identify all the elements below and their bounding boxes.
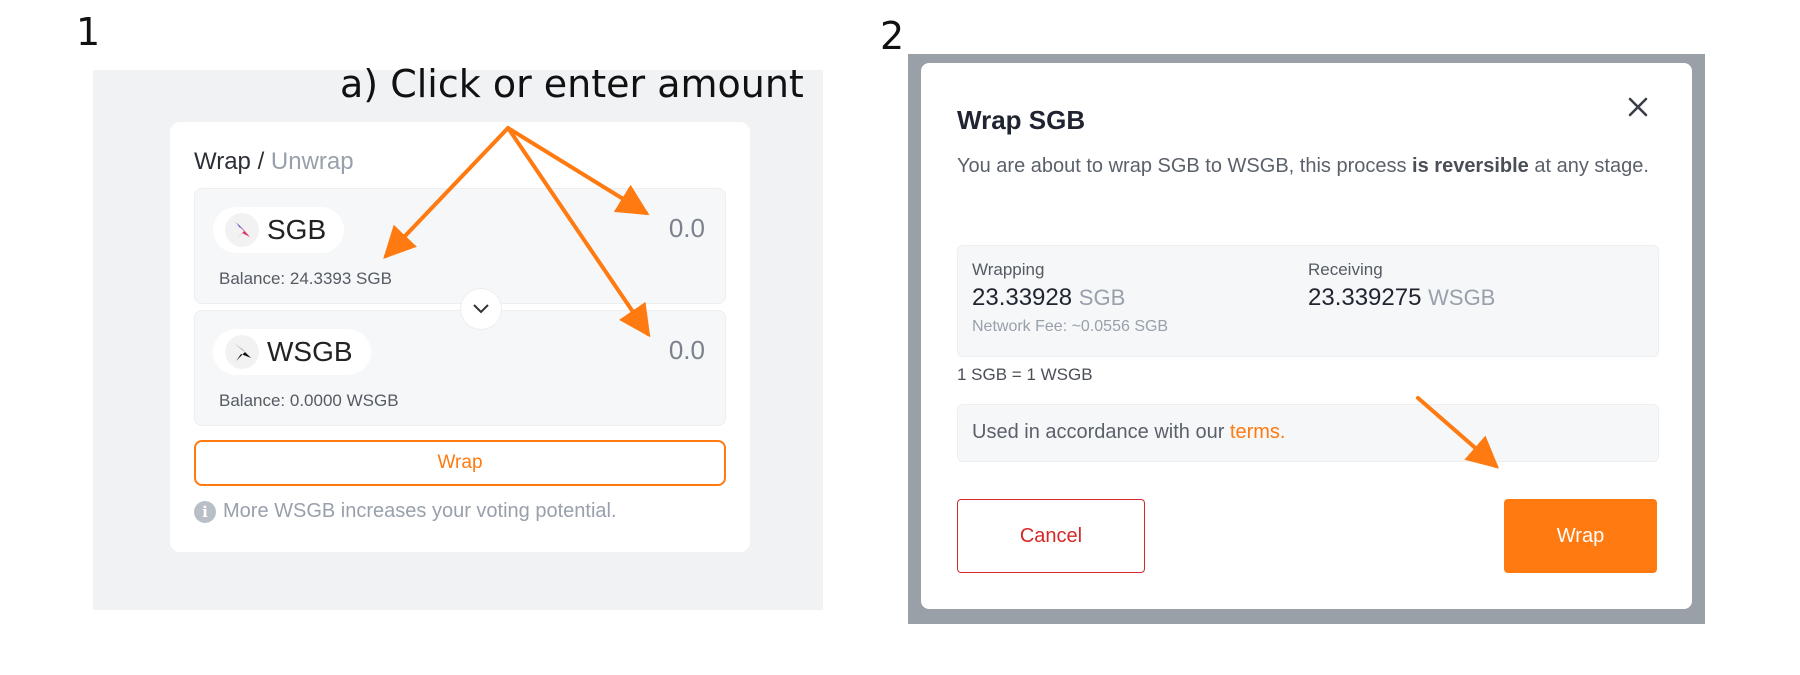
- arrow-to-sgb-amount: [506, 126, 650, 216]
- chevron-down-icon: [473, 304, 489, 314]
- arrow-to-wrap-button: [1416, 396, 1500, 469]
- arrow-to-wsgb-amount: [506, 126, 651, 338]
- arrow-to-sgb-selector: [383, 126, 510, 259]
- annotation-arrows: [383, 126, 1500, 469]
- swap-direction-button[interactable]: [460, 288, 502, 330]
